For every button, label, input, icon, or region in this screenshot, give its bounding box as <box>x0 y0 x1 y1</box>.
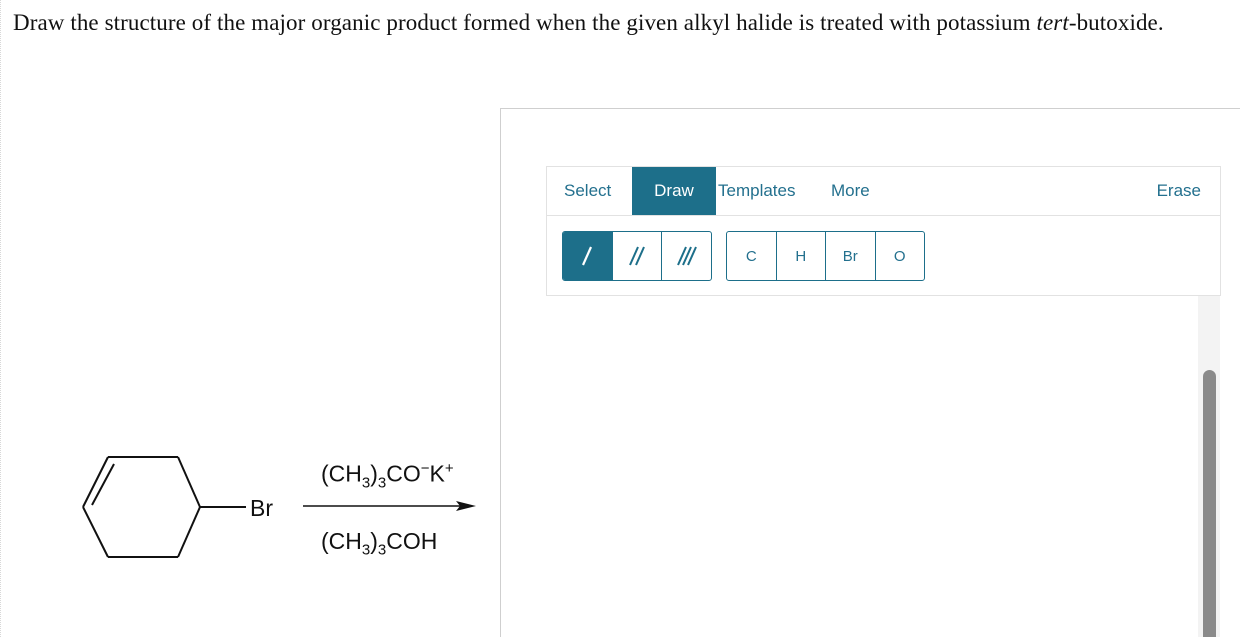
double-bond-button[interactable] <box>613 232 663 280</box>
molecule-sketcher[interactable]: Select Draw Templates More Erase C H Br … <box>500 108 1240 637</box>
single-bond-button[interactable] <box>563 232 613 280</box>
canvas-scrollbar-thumb[interactable] <box>1203 370 1216 637</box>
sketcher-toolbar: C H Br O <box>546 216 1221 296</box>
ring-bond <box>177 456 201 508</box>
cyclohexene-ring <box>82 456 201 558</box>
double-bond-icon <box>629 246 645 266</box>
ring-bond <box>82 506 109 558</box>
atom-oxygen-button[interactable]: O <box>876 232 925 280</box>
bond-tool-group <box>562 231 712 281</box>
draw-menu-button[interactable]: Draw <box>632 167 716 215</box>
atom-hydrogen-button[interactable]: H <box>777 232 826 280</box>
atom-carbon-button[interactable]: C <box>727 232 777 280</box>
erase-button[interactable]: Erase <box>1157 167 1201 215</box>
reaction-scheme: Br (CH3)3CO−K+ (CH3)3COH <box>0 430 500 590</box>
question-part1: Draw the structure of the major organic … <box>13 10 1037 35</box>
question-text: Draw the structure of the major organic … <box>13 10 1164 36</box>
single-bond-icon <box>582 246 593 266</box>
atom-bromine-button[interactable]: Br <box>826 232 876 280</box>
triple-bond-icon <box>676 246 697 266</box>
question-italic-tert: tert <box>1036 10 1069 35</box>
ring-bond <box>177 506 201 558</box>
reagent-bottom: (CH3)3COH <box>321 528 438 559</box>
reagent-top: (CH3)3CO−K+ <box>321 460 454 492</box>
bromine-label: Br <box>250 495 273 521</box>
atom-tool-group: C H Br O <box>726 231 925 281</box>
sketcher-menu-bar: Select Draw Templates More Erase <box>546 166 1221 216</box>
select-menu-button[interactable]: Select <box>564 167 611 215</box>
more-menu-button[interactable]: More <box>831 167 870 215</box>
question-part2: -butoxide. <box>1068 10 1164 35</box>
templates-menu-button[interactable]: Templates <box>718 167 795 215</box>
triple-bond-button[interactable] <box>662 232 711 280</box>
